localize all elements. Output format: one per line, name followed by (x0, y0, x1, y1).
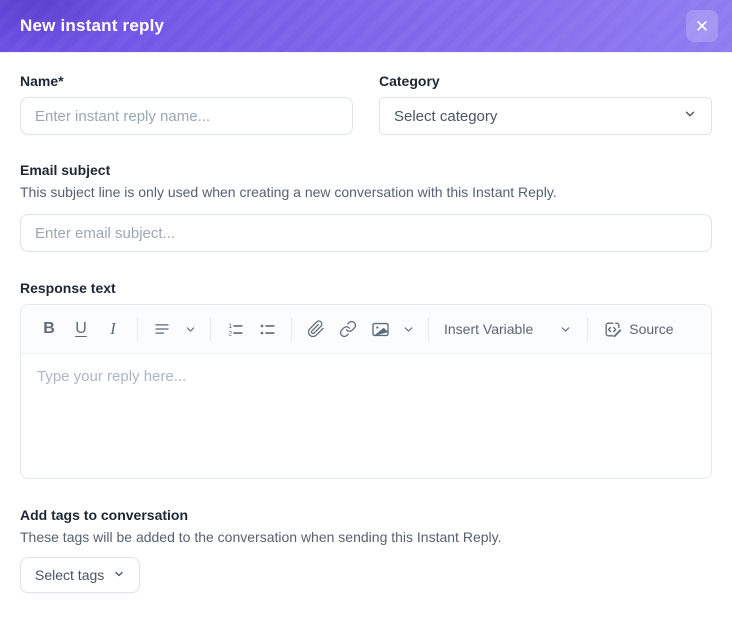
underline-button[interactable]: U (66, 313, 96, 345)
rich-text-editor: B U I 1 2 Insert Variable Source Type yo… (20, 304, 712, 479)
image-icon (371, 320, 390, 339)
source-button[interactable]: Source (597, 313, 679, 345)
source-label: Source (629, 321, 674, 337)
close-button[interactable]: ✕ (686, 10, 718, 42)
tags-label: Add tags to conversation (20, 507, 189, 523)
chevron-down-icon (683, 107, 697, 125)
name-field-group: Name* (20, 73, 353, 135)
chevron-down-icon (559, 323, 572, 336)
toolbar-divider (587, 317, 589, 341)
bullet-list-icon (258, 320, 277, 339)
toolbar-divider (428, 317, 429, 341)
name-input[interactable] (20, 97, 353, 135)
insert-link-button[interactable] (333, 313, 363, 345)
attach-file-button[interactable] (301, 313, 331, 345)
name-category-row: Name* Category Select category (20, 73, 712, 135)
email-subject-helper: This subject line is only used when crea… (20, 184, 557, 200)
modal-body: Name* Category Select category Email sub… (0, 52, 732, 621)
modal-header: New instant reply ✕ (0, 0, 732, 52)
svg-text:2: 2 (228, 330, 232, 337)
name-label: Name* (20, 73, 64, 89)
tags-group: Add tags to conversation These tags will… (20, 507, 712, 593)
editor-toolbar: B U I 1 2 Insert Variable Source (21, 305, 711, 354)
toolbar-divider (291, 317, 292, 341)
email-subject-label: Email subject (20, 162, 111, 178)
chevron-down-icon (113, 567, 125, 583)
category-field-group: Category Select category (379, 73, 712, 135)
toolbar-divider (210, 317, 211, 341)
insert-variable-button[interactable]: Insert Variable (438, 313, 578, 345)
response-text-label: Response text (20, 280, 116, 296)
chevron-down-icon (402, 323, 415, 336)
align-button[interactable] (147, 313, 177, 345)
image-dropdown-button[interactable] (397, 313, 419, 345)
category-selected-value: Select category (394, 107, 498, 125)
link-icon (339, 320, 357, 338)
bold-button[interactable]: B (34, 313, 64, 345)
tags-helper: These tags will be added to the conversa… (20, 529, 502, 545)
new-instant-reply-modal: New instant reply ✕ Name* Category Selec… (0, 0, 732, 605)
email-subject-input[interactable] (20, 214, 712, 252)
bullet-list-button[interactable] (252, 313, 282, 345)
svg-text:1: 1 (228, 322, 232, 329)
insert-variable-label: Insert Variable (444, 321, 534, 337)
category-select[interactable]: Select category (379, 97, 712, 135)
align-left-icon (153, 320, 171, 338)
email-subject-group: Email subject This subject line is only … (20, 162, 712, 252)
response-text-group: Response text B U I 1 2 Insert Variable … (20, 280, 712, 479)
close-icon: ✕ (694, 16, 710, 36)
reply-text-area[interactable]: Type your reply here... (21, 354, 711, 478)
paperclip-icon (307, 320, 325, 338)
ordered-list-icon: 1 2 (226, 320, 245, 339)
align-dropdown-button[interactable] (179, 313, 201, 345)
select-tags-button[interactable]: Select tags (20, 557, 141, 593)
toolbar-divider (137, 317, 138, 341)
source-code-icon (603, 320, 622, 339)
insert-image-button[interactable] (365, 313, 395, 345)
select-tags-label: Select tags (35, 567, 105, 583)
italic-button[interactable]: I (98, 313, 128, 345)
category-label: Category (379, 73, 440, 89)
ordered-list-button[interactable]: 1 2 (220, 313, 250, 345)
chevron-down-icon (184, 323, 197, 336)
reply-placeholder: Type your reply here... (37, 368, 187, 385)
modal-title: New instant reply (20, 16, 165, 35)
